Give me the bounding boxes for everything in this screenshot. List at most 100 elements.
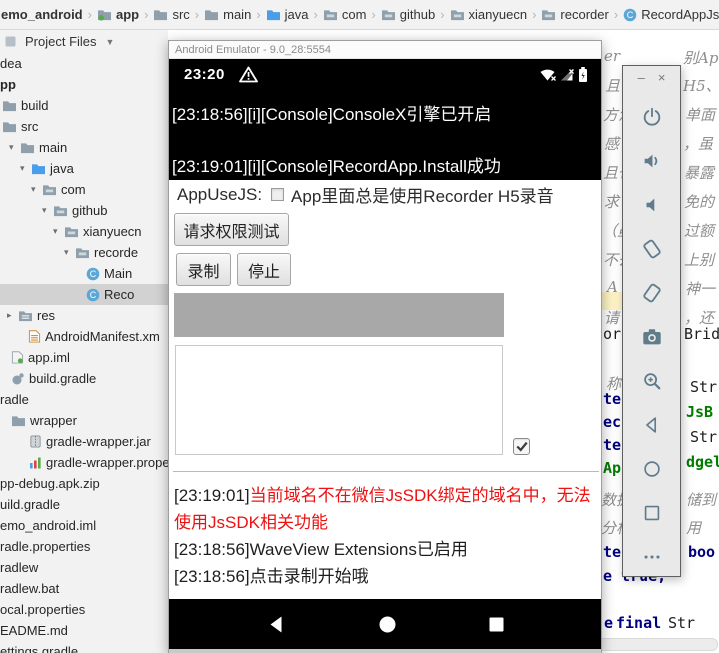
console-output: [23:18:56][i][Console]ConsoleX引擎已开启 [23:1… — [169, 89, 601, 180]
tree-collapse-arrow-icon[interactable]: ▾ — [64, 247, 75, 258]
tree-item-main[interactable]: ▾ main — [0, 137, 168, 158]
console-log-line: [23:18:56][i][Console]ConsoleX引擎已开启 — [172, 105, 492, 124]
folder-res-icon — [18, 309, 33, 322]
home-button[interactable] — [632, 450, 672, 488]
tree-item-label: radle.properties — [0, 539, 91, 554]
tree-item-label: gradle-wrapper.proper — [46, 455, 168, 470]
tree-item-label: github — [72, 203, 108, 218]
tree-item-radle[interactable]: radle — [0, 389, 168, 410]
more-button[interactable] — [632, 538, 672, 576]
volume-up-icon — [641, 150, 663, 172]
tree-item-build[interactable]: build — [0, 95, 168, 116]
tree-expand-arrow-icon[interactable]: ▸ — [7, 310, 18, 321]
tree-collapse-arrow-icon[interactable]: ▾ — [31, 184, 42, 195]
request-permission-button[interactable]: 请求权限测试 — [174, 213, 289, 246]
tree-item-label: xianyuecn — [83, 224, 142, 239]
tree-collapse-arrow-icon[interactable]: ▾ — [20, 163, 31, 174]
tree-item-androidmanifest-xm[interactable]: AndroidManifest.xm — [0, 326, 168, 347]
breadcrumb-item-xianyuecn[interactable]: xianyuecn — [450, 7, 527, 22]
camera-button[interactable] — [632, 318, 672, 356]
tree-item-src[interactable]: src — [0, 116, 168, 137]
tree-item-emo-android-iml[interactable]: emo_android.iml — [0, 515, 168, 536]
back-button[interactable] — [632, 406, 672, 444]
breadcrumb-separator: › — [313, 7, 318, 22]
package-icon — [541, 8, 556, 21]
rotate-left-button[interactable] — [632, 230, 672, 268]
folder-icon — [11, 414, 26, 427]
breadcrumb-item-github[interactable]: github — [381, 7, 435, 22]
tree-item-dea[interactable]: dea — [0, 53, 168, 74]
tree-item-pp[interactable]: pp — [0, 74, 168, 95]
result-textarea[interactable] — [175, 345, 503, 455]
editor-text-fragment: 过额 — [684, 222, 715, 240]
tree-item-app-iml[interactable]: app.iml — [0, 347, 168, 368]
volume-down-button[interactable] — [632, 186, 672, 224]
breadcrumb-item-recorder[interactable]: recorder — [541, 7, 609, 22]
close-button[interactable]: × — [658, 71, 666, 84]
editor-text-fragment: 且 — [605, 77, 621, 95]
power-button[interactable] — [632, 98, 672, 136]
tree-item-wrapper[interactable]: wrapper — [0, 410, 168, 431]
tree-item-pp-debug-apk-zip[interactable]: pp-debug.apk.zip — [0, 473, 168, 494]
tree-item-ettings-gradle[interactable]: ettings.gradle — [0, 641, 168, 653]
log-line: [23:18:56]WaveView Extensions已启用 — [174, 536, 598, 563]
tree-item-xianyuecn[interactable]: ▾ xianyuecn — [0, 221, 168, 242]
breadcrumb-item-recordappjsbri[interactable]: C RecordAppJsBri — [623, 7, 719, 22]
breadcrumb-label: main — [223, 7, 252, 22]
jar-icon — [29, 435, 42, 448]
editor-text-fragment: ，虽 — [683, 135, 714, 153]
svg-text:C: C — [90, 290, 97, 300]
back-nav-button[interactable] — [267, 615, 286, 634]
class-icon: C — [623, 8, 637, 22]
editor-horizontal-scrollbar[interactable] — [597, 638, 718, 651]
more-icon — [641, 546, 663, 568]
minimize-button[interactable]: – — [638, 71, 645, 84]
tree-item-main[interactable]: C Main — [0, 263, 168, 284]
breadcrumb-separator: › — [440, 7, 445, 22]
tree-item-recorde[interactable]: ▾ recorde — [0, 242, 168, 263]
tree-item-label: com — [61, 182, 86, 197]
tree-item-gradle-wrapper-proper[interactable]: gradle-wrapper.proper — [0, 452, 168, 473]
tree-item-radlew-bat[interactable]: radlew.bat — [0, 578, 168, 599]
tree-item-eadme-md[interactable]: EADME.md — [0, 620, 168, 641]
breadcrumb-label: src — [172, 7, 190, 22]
zoom-button[interactable] — [632, 362, 672, 400]
tree-item-uild-gradle[interactable]: uild.gradle — [0, 494, 168, 515]
tree-item-gradle-wrapper-jar[interactable]: gradle-wrapper.jar — [0, 431, 168, 452]
breadcrumb-item-src[interactable]: src — [153, 7, 190, 22]
record-button[interactable]: 录制 — [176, 253, 231, 286]
volume-up-button[interactable] — [632, 142, 672, 180]
toolbar-icon-column — [632, 92, 672, 576]
breadcrumb-item-java[interactable]: java — [266, 7, 309, 22]
tree-item-build-gradle[interactable]: build.gradle — [0, 368, 168, 389]
tree-item-radle-properties[interactable]: radle.properties — [0, 536, 168, 557]
tree-item-reco[interactable]: C Reco — [0, 284, 168, 305]
tree-collapse-arrow-icon[interactable]: ▾ — [53, 226, 64, 237]
recents-nav-button[interactable] — [489, 617, 504, 632]
breadcrumb-item-app[interactable]: app — [97, 7, 139, 22]
tree-item-label: emo_android.iml — [0, 518, 97, 533]
overview-button[interactable] — [632, 494, 672, 532]
rotate-right-button[interactable] — [632, 274, 672, 312]
tree-item-radlew[interactable]: radlew — [0, 557, 168, 578]
tree-collapse-arrow-icon[interactable]: ▾ — [42, 205, 53, 216]
app-use-js-label: AppUseJS: — [177, 184, 263, 204]
android-status-bar: 23:20 — [169, 59, 601, 89]
app-use-js-checkbox[interactable] — [271, 188, 285, 201]
home-nav-button[interactable] — [379, 616, 396, 633]
stop-button[interactable]: 停止 — [237, 253, 291, 286]
breadcrumb-item-com[interactable]: com — [323, 7, 366, 22]
tree-item-res[interactable]: ▸ res — [0, 305, 168, 326]
emulator-titlebar[interactable]: Android Emulator - 9.0_28:5554 — [169, 41, 601, 59]
project-view-selector[interactable]: Project Files ▼ — [0, 30, 168, 53]
tree-item-ocal-properties[interactable]: ocal.properties — [0, 599, 168, 620]
tree-item-label: res — [37, 308, 56, 323]
tree-item-github[interactable]: ▾ github — [0, 200, 168, 221]
tree-item-com[interactable]: ▾ com — [0, 179, 168, 200]
tree-item-java[interactable]: ▾ java — [0, 158, 168, 179]
checked-checkbox[interactable] — [513, 438, 530, 455]
tree-collapse-arrow-icon[interactable]: ▾ — [9, 142, 20, 153]
breadcrumb-item-main[interactable]: main — [204, 7, 251, 22]
waveform-view — [174, 293, 504, 337]
breadcrumb-item-emo-android[interactable]: emo_android — [1, 7, 83, 22]
